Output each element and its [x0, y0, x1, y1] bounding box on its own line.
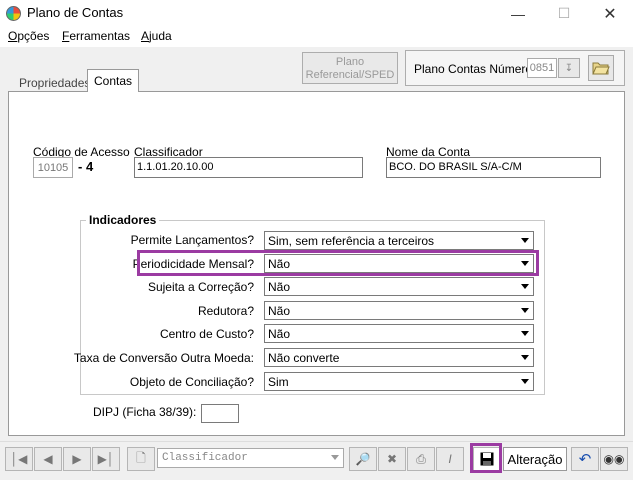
classificador-field[interactable]: 1.1.01.20.10.00	[134, 157, 363, 178]
highlight-box-save	[470, 443, 502, 473]
sujeita-correcao-label: Sujeita a Correção?	[147, 280, 254, 294]
centro-custo-value: Não	[268, 327, 291, 341]
redutora-value: Não	[268, 304, 291, 318]
first-record-icon[interactable]: │◀	[5, 447, 33, 471]
binoculars-icon[interactable]: ◉◉	[600, 447, 628, 471]
delete-icon[interactable]: ✖	[378, 447, 406, 471]
objeto-conciliacao-select[interactable]: Sim	[264, 372, 534, 391]
print-icon[interactable]: ⎙	[407, 447, 435, 471]
last-record-icon[interactable]: ▶│	[92, 447, 120, 471]
chevron-down-icon[interactable]	[327, 450, 342, 465]
window-title: Plano de Contas	[27, 5, 124, 20]
tab-propriedades[interactable]: Propriedades	[12, 71, 97, 91]
permite-lancamentos-select[interactable]: Sim, sem referência a terceiros	[264, 231, 534, 250]
next-record-icon[interactable]: ▶	[63, 447, 91, 471]
minimize-button[interactable]: —	[495, 0, 541, 27]
indicadores-title: Indicadores	[86, 213, 160, 227]
centro-custo-select[interactable]: Não	[264, 324, 534, 343]
previous-record-icon[interactable]: ◀	[34, 447, 62, 471]
menu-opcoes[interactable]: Opções	[8, 29, 49, 43]
sujeita-correcao-value: Não	[268, 280, 291, 294]
permite-lancamentos-label: Permite Lançamentos?	[130, 233, 254, 247]
nome-conta-field[interactable]: BCO. DO BRASIL S/A-C/M	[386, 157, 601, 178]
codigo-acesso-field[interactable]: 10105	[33, 157, 73, 178]
chevron-down-icon[interactable]	[517, 233, 532, 248]
edit-icon[interactable]: I	[436, 447, 464, 471]
objeto-conciliacao-value: Sim	[268, 375, 289, 389]
highlight-box	[137, 250, 539, 276]
search-field-select[interactable]: Classificador	[157, 448, 344, 468]
open-folder-icon[interactable]	[588, 55, 614, 81]
close-button[interactable]: ✕	[587, 0, 633, 27]
chevron-down-icon[interactable]	[517, 350, 532, 365]
chevron-down-icon[interactable]	[517, 279, 532, 294]
taxa-conversao-label: Taxa de Conversão Outra Moeda:	[73, 351, 254, 365]
redutora-label: Redutora?	[197, 304, 254, 318]
app-icon	[6, 6, 21, 21]
plano-contas-label: Plano Contas Número	[414, 62, 533, 76]
centro-custo-label: Centro de Custo?	[159, 327, 254, 341]
codigo-digit: - 4	[78, 159, 94, 174]
objeto-conciliacao-label: Objeto de Conciliação?	[129, 375, 254, 389]
maximize-button[interactable]: ☐	[541, 0, 587, 27]
undo-icon[interactable]: ↶	[571, 447, 599, 471]
search-record-icon[interactable]: 🔎	[349, 447, 377, 471]
taxa-conversao-value: Não converte	[268, 351, 340, 365]
download-arrow-icon[interactable]: ↧	[558, 58, 580, 78]
new-document-icon[interactable]: 🗋	[127, 447, 155, 471]
tab-contas[interactable]: Contas	[87, 69, 140, 92]
sujeita-correcao-select[interactable]: Não	[264, 277, 534, 296]
dipj-field[interactable]	[201, 404, 239, 423]
chevron-down-icon[interactable]	[517, 374, 532, 389]
plano-referencial-button[interactable]: Plano Referencial/SPED	[302, 52, 398, 84]
menu-ajuda[interactable]: Ajuda	[141, 29, 172, 43]
ref-button-line1: Plano	[335, 56, 365, 68]
menu-ferramentas[interactable]: Ferramentas	[62, 29, 130, 43]
taxa-conversao-select[interactable]: Não converte	[264, 348, 534, 367]
ref-button-line2: Referencial/SPED	[305, 69, 395, 81]
dipj-label: DIPJ (Ficha 38/39):	[93, 405, 197, 419]
redutora-select[interactable]: Não	[264, 301, 534, 320]
search-field-value: Classificador	[162, 452, 248, 464]
permite-lancamentos-value: Sim, sem referência a terceiros	[268, 234, 435, 248]
chevron-down-icon[interactable]	[517, 303, 532, 318]
plano-contas-number[interactable]: 0851	[527, 58, 557, 78]
chevron-down-icon[interactable]	[517, 326, 532, 341]
status-badge: Alteração	[503, 447, 567, 471]
